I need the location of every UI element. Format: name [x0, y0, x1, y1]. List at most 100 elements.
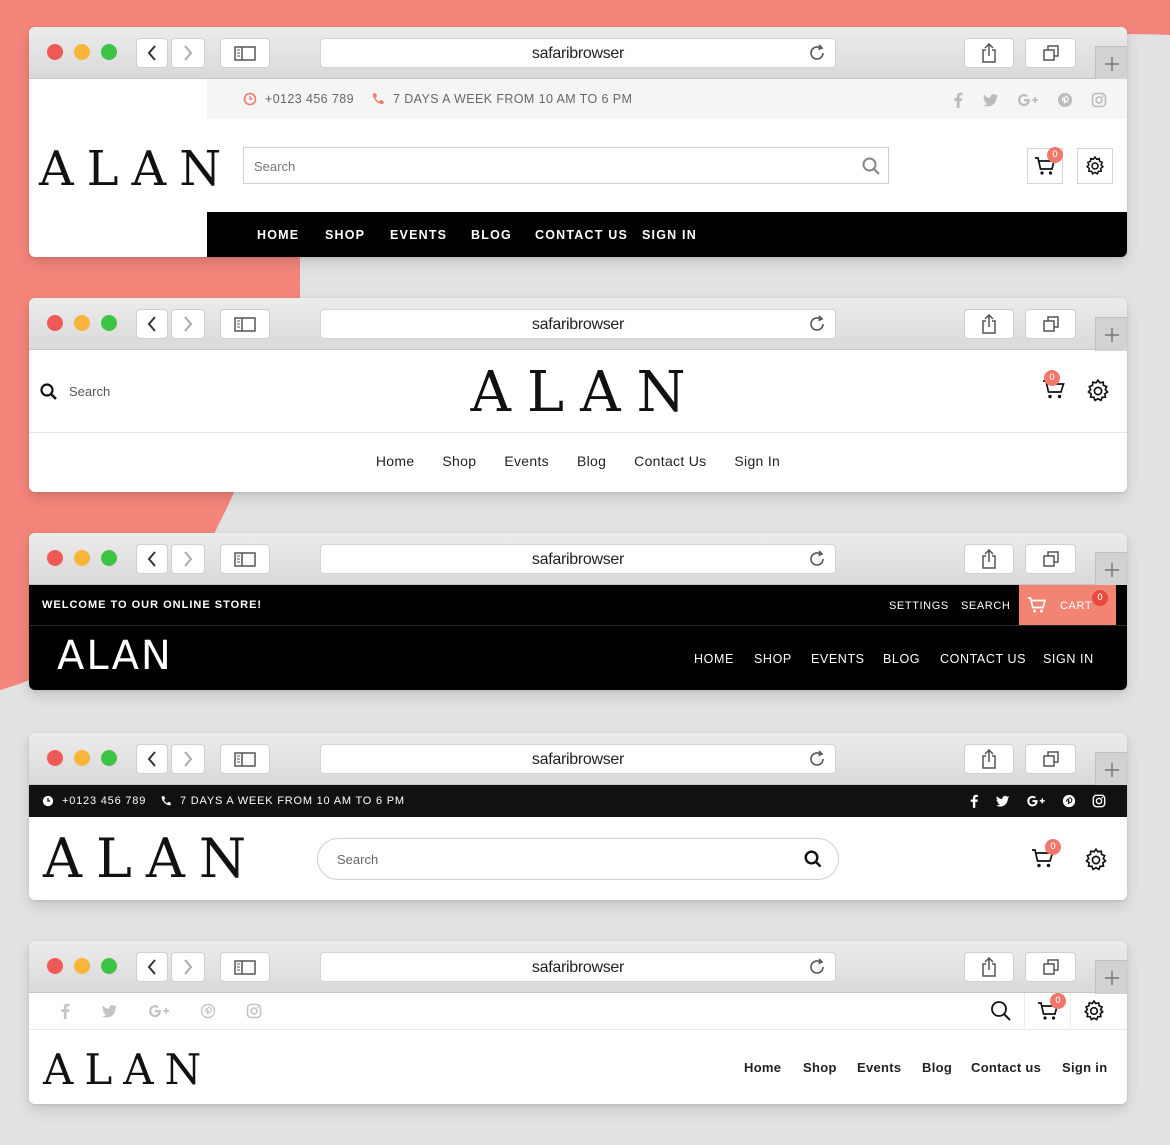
nav-shop[interactable]: SHOP [325, 228, 365, 242]
zoom-dot[interactable] [101, 44, 117, 60]
instagram-icon[interactable] [246, 1003, 262, 1019]
close-dot[interactable] [47, 44, 63, 60]
google-plus-icon[interactable] [1017, 92, 1039, 108]
search-icon[interactable] [804, 850, 822, 868]
nav-blog[interactable]: BLOG [471, 228, 512, 242]
close-dot[interactable] [47, 315, 63, 331]
site-logo[interactable]: ALAN [57, 633, 173, 679]
site-logo[interactable]: ALAN [39, 141, 234, 197]
cart-button[interactable]: CART 0 [1019, 585, 1116, 625]
close-dot[interactable] [47, 958, 63, 974]
nav-home[interactable]: Home [744, 1060, 781, 1075]
zoom-dot[interactable] [101, 550, 117, 566]
forward-button[interactable] [171, 744, 205, 774]
search-input[interactable]: Search [317, 838, 839, 880]
search-icon[interactable] [862, 157, 880, 175]
close-dot[interactable] [47, 750, 63, 766]
instagram-icon[interactable] [1092, 794, 1106, 808]
reload-icon[interactable] [807, 43, 827, 63]
sidebar-button[interactable] [220, 952, 270, 982]
cart-button[interactable]: 0 [1042, 370, 1066, 400]
forward-button[interactable] [171, 309, 205, 339]
back-button[interactable] [136, 744, 168, 774]
nav-home[interactable]: Home [376, 453, 415, 469]
nav-sign-in[interactable]: SIGN IN [642, 228, 697, 242]
reload-icon[interactable] [807, 957, 827, 977]
forward-button[interactable] [171, 38, 205, 68]
settings-button[interactable] [1086, 379, 1110, 403]
pinterest-icon[interactable] [1062, 794, 1076, 808]
minimize-dot[interactable] [74, 750, 90, 766]
settings-link[interactable]: SETTINGS [889, 600, 949, 612]
cart-button[interactable]: 0 [1031, 839, 1061, 869]
address-bar[interactable]: safaribrowser [320, 952, 836, 982]
share-button[interactable] [964, 38, 1014, 68]
pinterest-icon[interactable] [1057, 92, 1073, 108]
sidebar-button[interactable] [220, 38, 270, 68]
tabs-button[interactable] [1025, 544, 1076, 574]
back-button[interactable] [136, 38, 168, 68]
reload-icon[interactable] [807, 749, 827, 769]
cart-button[interactable]: 0 [1024, 993, 1070, 1029]
close-dot[interactable] [47, 550, 63, 566]
nav-sign-in[interactable]: SIGN IN [1043, 652, 1094, 666]
nav-contact-us[interactable]: CONTACT US [535, 228, 628, 242]
twitter-icon[interactable] [102, 1003, 118, 1019]
minimize-dot[interactable] [74, 550, 90, 566]
new-tab-button[interactable] [1095, 552, 1127, 586]
search-button[interactable] [978, 993, 1024, 1029]
nav-shop[interactable]: Shop [803, 1060, 837, 1075]
share-button[interactable] [964, 744, 1014, 774]
nav-contact-us[interactable]: Contact us [971, 1060, 1041, 1075]
nav-events[interactable]: EVENTS [811, 652, 865, 666]
nav-events[interactable]: Events [857, 1060, 901, 1075]
minimize-dot[interactable] [74, 958, 90, 974]
settings-button[interactable] [1084, 848, 1108, 872]
nav-blog[interactable]: BLOG [883, 652, 920, 666]
address-bar[interactable]: safaribrowser [320, 744, 836, 774]
nav-blog[interactable]: Blog [922, 1060, 952, 1075]
nav-events[interactable]: Events [504, 453, 549, 469]
back-button[interactable] [136, 309, 168, 339]
facebook-icon[interactable] [58, 1003, 72, 1019]
forward-button[interactable] [171, 952, 205, 982]
nav-contact-us[interactable]: CONTACT US [940, 652, 1026, 666]
new-tab-button[interactable] [1095, 960, 1127, 994]
address-bar[interactable]: safaribrowser [320, 309, 836, 339]
forward-button[interactable] [171, 544, 205, 574]
back-button[interactable] [136, 952, 168, 982]
nav-blog[interactable]: Blog [577, 453, 606, 469]
instagram-icon[interactable] [1091, 92, 1107, 108]
nav-shop[interactable]: SHOP [754, 652, 792, 666]
site-logo[interactable]: ALAN [43, 827, 260, 890]
new-tab-button[interactable] [1095, 752, 1127, 786]
nav-home[interactable]: HOME [694, 652, 734, 666]
cart-button[interactable]: 0 [1027, 147, 1063, 184]
address-bar[interactable]: safaribrowser [320, 544, 836, 574]
new-tab-button[interactable] [1095, 317, 1127, 351]
site-logo[interactable]: ALAN [29, 360, 1127, 425]
google-plus-icon[interactable] [1026, 794, 1046, 808]
nav-home[interactable]: HOME [257, 228, 299, 242]
back-button[interactable] [136, 544, 168, 574]
twitter-icon[interactable] [996, 794, 1010, 808]
settings-button[interactable] [1077, 148, 1113, 184]
search-input[interactable]: Search [243, 147, 889, 184]
zoom-dot[interactable] [101, 958, 117, 974]
tabs-button[interactable] [1025, 952, 1076, 982]
twitter-icon[interactable] [983, 92, 999, 108]
sidebar-button[interactable] [220, 544, 270, 574]
sidebar-button[interactable] [220, 309, 270, 339]
site-logo[interactable]: ALAN [43, 1045, 212, 1094]
nav-sign-in[interactable]: Sign In [734, 453, 780, 469]
address-bar[interactable]: safaribrowser [320, 38, 836, 68]
nav-contact-us[interactable]: Contact Us [634, 453, 706, 469]
facebook-icon[interactable] [968, 794, 980, 808]
share-button[interactable] [964, 952, 1014, 982]
search-link[interactable]: SEARCH [961, 600, 1010, 612]
zoom-dot[interactable] [101, 750, 117, 766]
facebook-icon[interactable] [951, 92, 965, 108]
nav-events[interactable]: EVENTS [390, 228, 447, 242]
minimize-dot[interactable] [74, 315, 90, 331]
share-button[interactable] [964, 309, 1014, 339]
